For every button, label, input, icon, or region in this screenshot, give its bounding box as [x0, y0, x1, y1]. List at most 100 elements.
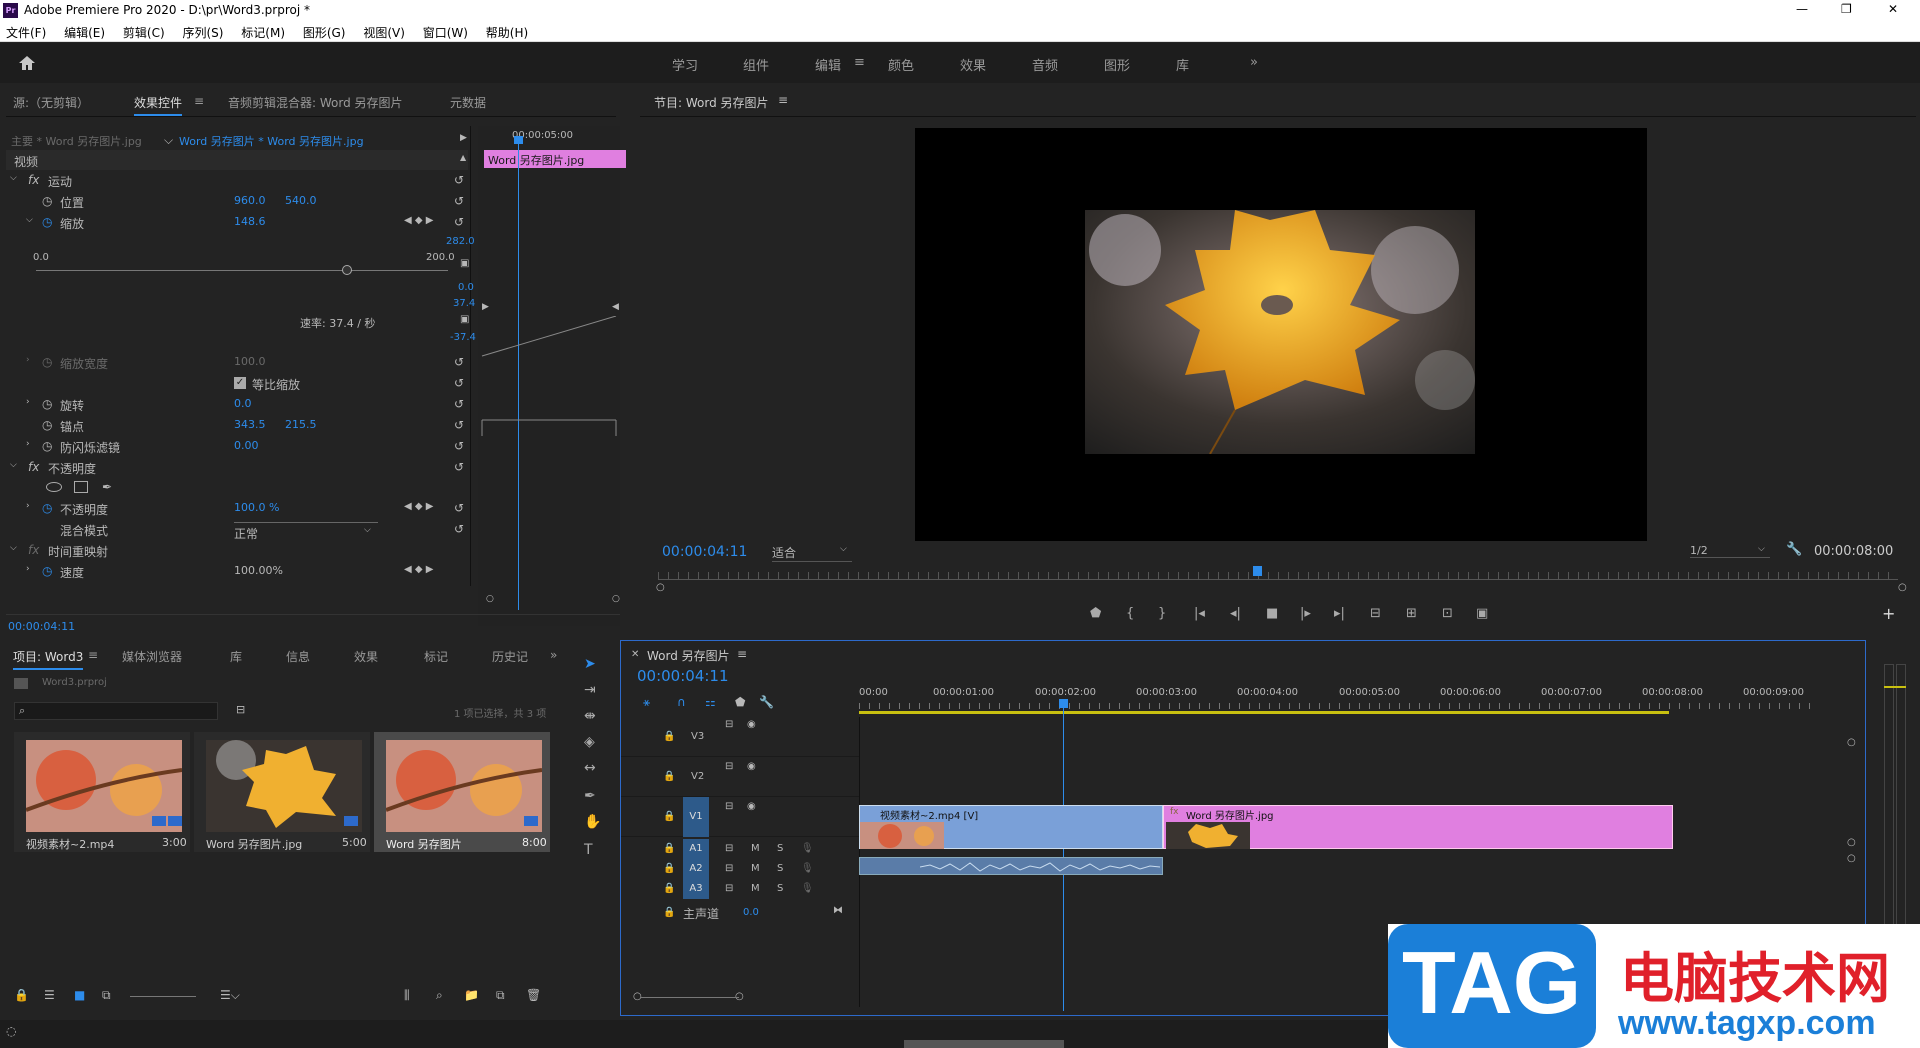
timeline-timecode[interactable]: 00:00:04:11 — [637, 667, 729, 685]
timeline-settings-icon[interactable]: 🔧 — [759, 695, 774, 709]
lock-icon[interactable]: 🔒 — [663, 771, 675, 782]
tab-effects[interactable]: 效果 — [354, 648, 378, 665]
minimize-button[interactable]: — — [1796, 2, 1808, 16]
menu-clip[interactable]: 剪辑(C) — [123, 26, 165, 40]
more-tabs-icon[interactable]: » — [550, 648, 557, 662]
go-to-in-icon[interactable]: |◂ — [1194, 606, 1205, 621]
collapse-icon[interactable]: ⌵ — [10, 543, 17, 553]
lock-icon[interactable]: 🔒 — [14, 988, 29, 1002]
reset-icon[interactable]: ↺ — [454, 522, 464, 536]
solo-button[interactable]: S — [777, 843, 783, 854]
keyframe-nav-icon[interactable]: ◀ ◆ ▶ — [404, 564, 433, 575]
kf-right-icon[interactable]: ◀ — [612, 302, 619, 312]
position-x-value[interactable]: 960.0 — [234, 194, 266, 207]
kf-left-icon[interactable]: ▶ — [482, 302, 489, 312]
lock-icon[interactable]: 🔒 — [663, 843, 675, 854]
stopwatch-scale-icon[interactable]: ◷ — [42, 215, 52, 229]
expand-icon[interactable]: › — [26, 355, 30, 365]
stopwatch-icon[interactable]: ◷ — [42, 418, 52, 432]
reset-icon[interactable]: ↺ — [454, 376, 464, 390]
list-view-icon[interactable]: ☰ — [44, 988, 55, 1002]
find-icon[interactable]: ⌕ — [436, 988, 443, 1003]
toggle-sync-icon[interactable]: ⊟ — [725, 719, 733, 730]
workspace-menu-icon[interactable]: ≡ — [854, 55, 865, 70]
project-item[interactable]: 视频素材~2.mp4 3:00 — [14, 732, 190, 852]
icon-view-icon[interactable]: ■ — [74, 988, 85, 1002]
image-clip[interactable]: fx Word 另存图片.jpg — [1163, 805, 1673, 849]
lift-icon[interactable]: ⊟ — [1370, 606, 1381, 621]
blend-select[interactable]: 正常 ⌵ — [234, 522, 378, 541]
anchor-x-value[interactable]: 343.5 — [234, 418, 266, 431]
mute-button[interactable]: M — [751, 863, 760, 874]
rotation-value[interactable]: 0.0 — [234, 397, 252, 410]
rectangle-mask-icon[interactable] — [74, 481, 88, 493]
clip-dropdown-icon[interactable]: ⌵ — [164, 133, 173, 148]
track-label[interactable]: A3 — [683, 879, 709, 899]
reset-icon[interactable]: ↺ — [454, 460, 464, 474]
expand-icon[interactable]: › — [26, 439, 30, 449]
ripple-edit-tool-icon[interactable]: ⇼ — [584, 708, 596, 724]
nest-icon[interactable]: ⚹ — [643, 695, 650, 710]
camera-icon[interactable]: ⊡ — [1442, 606, 1453, 621]
scroll-handle[interactable]: ○ — [1847, 837, 1856, 848]
master-value[interactable]: 0.0 — [743, 907, 759, 918]
program-timecode[interactable]: 00:00:04:11 — [662, 544, 747, 560]
fx-icon[interactable]: fx — [28, 460, 39, 474]
scale-slider-handle[interactable] — [342, 265, 352, 275]
compare-icon[interactable]: ▣ — [1476, 606, 1488, 621]
new-item-icon[interactable]: ⧉ — [496, 988, 505, 1003]
stopwatch-icon[interactable]: ◷ — [42, 355, 52, 369]
scroll-up-icon[interactable]: ▲ — [460, 153, 466, 162]
collapse-icon[interactable]: ⌵ — [10, 173, 17, 183]
menu-file[interactable]: 文件(F) — [6, 26, 46, 40]
expand-icon[interactable]: › — [26, 564, 30, 574]
expand-icon[interactable]: › — [26, 397, 30, 407]
master-toggle-icon[interactable]: ⧓ — [833, 905, 843, 916]
ec-current-timecode[interactable]: 00:00:04:11 — [8, 620, 75, 633]
tab-info[interactable]: 信息 — [286, 648, 310, 665]
tab-audio-mixer[interactable]: 音频剪辑混合器: Word 另存图片 — [228, 94, 403, 111]
stopwatch-icon[interactable]: ◷ — [42, 564, 52, 578]
menu-view[interactable]: 视图(V) — [363, 26, 405, 40]
taskbar-scroll[interactable] — [904, 1040, 1064, 1048]
project-item-selected[interactable]: Word 另存图片 8:00 — [374, 732, 550, 852]
fx-icon[interactable]: fx — [28, 543, 39, 557]
project-item[interactable]: Word 另存图片.jpg 5:00 — [194, 732, 370, 852]
go-to-out-icon[interactable]: ▸| — [1334, 606, 1345, 621]
scroll-handle[interactable]: ○ — [1847, 737, 1856, 748]
program-playhead[interactable] — [1253, 566, 1262, 576]
mute-button[interactable]: M — [751, 883, 760, 894]
position-reset-icon[interactable]: ↺ — [454, 194, 464, 208]
ec-scroll-left[interactable]: ○ — [486, 594, 494, 604]
eye-icon[interactable]: ◉ — [747, 761, 756, 772]
extract-icon[interactable]: ⊞ — [1406, 606, 1417, 621]
hand-tool-icon[interactable]: ✋ — [584, 814, 601, 830]
stop-icon[interactable]: ■ — [1266, 606, 1278, 621]
pen-mask-icon[interactable]: ✒ — [102, 480, 112, 494]
type-tool-icon[interactable]: T — [584, 842, 593, 858]
close-timeline-icon[interactable]: ✕ — [631, 649, 639, 660]
menu-edit[interactable]: 编辑(E) — [64, 26, 105, 40]
menu-marker[interactable]: 标记(M) — [241, 26, 285, 40]
wrench-icon[interactable]: 🔧 — [1786, 542, 1802, 557]
eye-icon[interactable]: ◉ — [747, 801, 756, 812]
timeline-ruler[interactable]: 00:00 00:00:01:00 00:00:02:00 00:00:03:0… — [859, 685, 1819, 715]
add-marker-icon[interactable]: ⬟ — [1090, 606, 1101, 621]
tab-project[interactable]: 项目: Word3 — [13, 648, 84, 670]
ec-scroll-right[interactable]: ○ — [612, 594, 620, 604]
add-marker-icon[interactable]: ⬟ — [735, 695, 745, 709]
work-area-bar[interactable] — [859, 711, 1669, 714]
pen-tool-icon[interactable]: ✒ — [584, 788, 596, 804]
tab-markers[interactable]: 标记 — [424, 648, 448, 665]
mic-icon[interactable]: 🎙 — [801, 843, 814, 854]
workspace-audio[interactable]: 音频 — [1032, 55, 1058, 74]
reset-icon[interactable]: ↺ — [454, 355, 464, 369]
sort-icon[interactable]: ☰⌵ — [220, 988, 240, 1003]
zoom-left-handle[interactable]: ○ — [656, 582, 665, 593]
tab-media-browser[interactable]: 媒体浏览器 — [122, 648, 182, 665]
home-icon[interactable] — [18, 55, 36, 71]
toggle-sync-icon[interactable]: ⊟ — [725, 843, 733, 854]
restore-button[interactable]: ❐ — [1841, 2, 1852, 16]
workspace-libraries[interactable]: 库 — [1176, 55, 1189, 74]
reset-icon[interactable]: ↺ — [454, 418, 464, 432]
